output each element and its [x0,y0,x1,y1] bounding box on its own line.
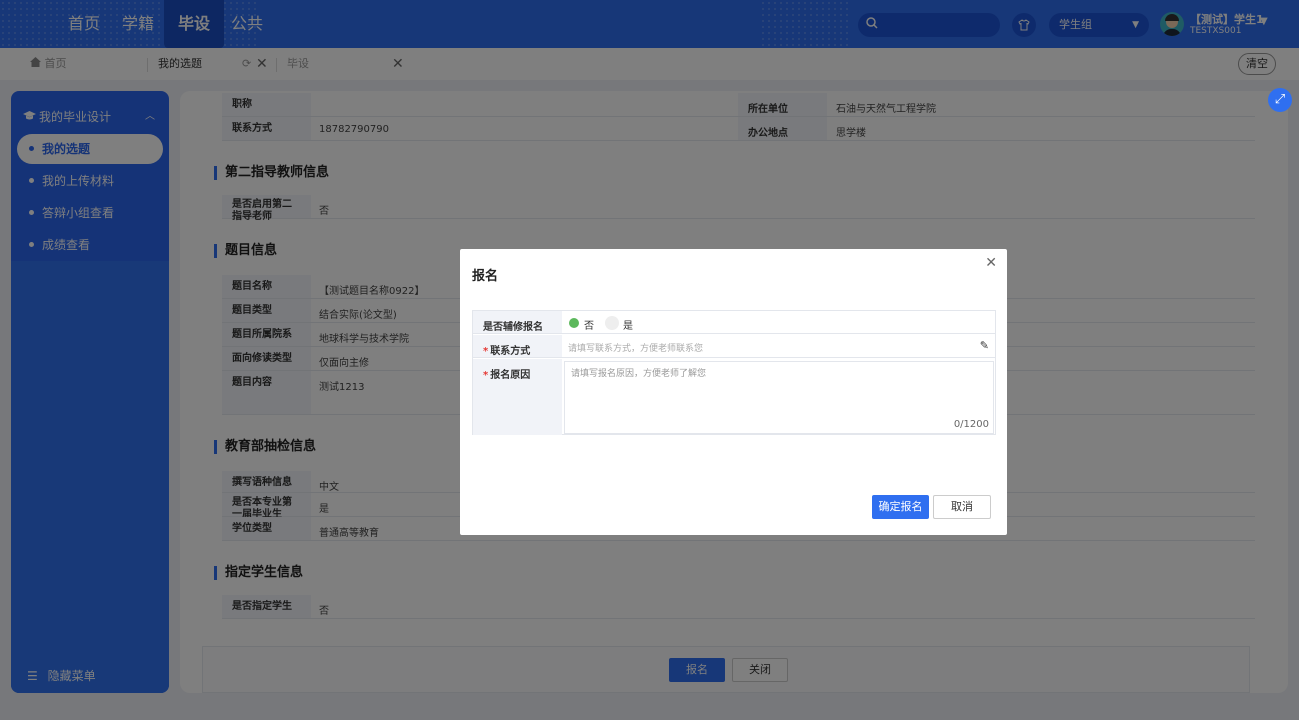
reason-label: * 报名原因 [473,359,562,435]
signup-dialog: 报名 ✕ 是否辅修报名 否 是 * 联系方式 请填写联系方式，方便老师联系您 ✎ … [460,249,1007,535]
form-row-reason: * 报名原因 请填写报名原因，方便老师了解您 0/1200 [473,359,995,435]
expand-icon[interactable]: ⤢ [1268,88,1292,112]
radio-minor-no[interactable] [569,318,579,328]
radio-minor-yes[interactable] [605,316,619,330]
minor-label: 是否辅修报名 [473,311,562,333]
confirm-signup-button[interactable]: 确定报名 [872,495,929,519]
contact-label: * 联系方式 [473,335,562,357]
radio-minor-no-label: 否 [584,321,594,332]
reason-textarea[interactable]: 请填写报名原因，方便老师了解您 0/1200 [564,361,994,434]
required-mark: * [483,370,489,381]
radio-minor-yes-label: 是 [623,321,633,332]
signup-form: 是否辅修报名 否 是 * 联系方式 请填写联系方式，方便老师联系您 ✎ * 报名原因… [472,310,996,435]
form-row-minor: 是否辅修报名 否 是 [473,311,995,334]
reason-placeholder: 请填写报名原因，方便老师了解您 [571,369,707,379]
cancel-button[interactable]: 取消 [933,495,991,519]
reason-label-text: 报名原因 [490,370,531,381]
contact-label-text: 联系方式 [490,346,531,357]
char-counter: 0/1200 [953,419,989,430]
contact-field[interactable]: 请填写联系方式，方便老师联系您 [564,336,994,356]
dialog-title: 报名 [472,269,499,284]
form-row-contact: * 联系方式 请填写联系方式，方便老师联系您 ✎ [473,335,995,358]
close-icon[interactable]: ✕ [985,255,997,271]
pen-icon[interactable]: ✎ [980,339,989,352]
required-mark: * [483,346,489,357]
